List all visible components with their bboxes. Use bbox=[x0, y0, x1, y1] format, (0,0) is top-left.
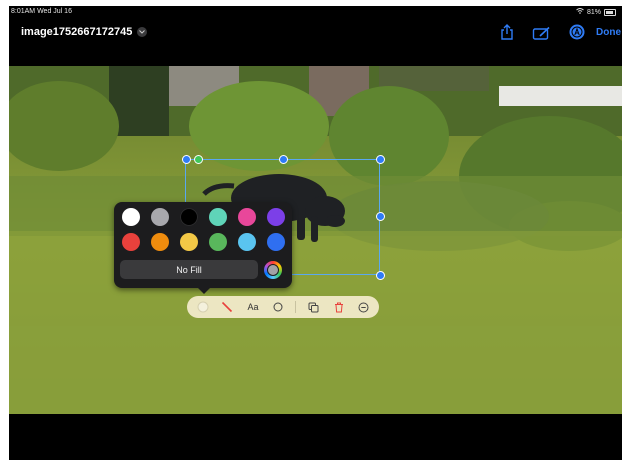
toolbar-divider bbox=[295, 301, 296, 313]
resize-handle[interactable] bbox=[182, 155, 191, 164]
color-swatch-orange[interactable] bbox=[151, 233, 169, 251]
resize-handle[interactable] bbox=[376, 212, 385, 221]
done-button[interactable]: Done bbox=[596, 27, 621, 38]
filename: image1752667172745 bbox=[21, 26, 133, 38]
color-palette-popover: No Fill bbox=[114, 202, 292, 294]
duplicate-icon[interactable] bbox=[303, 296, 323, 318]
no-fill-button[interactable]: No Fill bbox=[120, 260, 258, 279]
fill-color-icon[interactable] bbox=[193, 296, 213, 318]
color-swatch-mint[interactable] bbox=[209, 208, 227, 226]
color-picker-button[interactable] bbox=[264, 261, 282, 279]
autofill-icon[interactable] bbox=[569, 24, 585, 45]
color-swatch-red[interactable] bbox=[122, 233, 140, 251]
chevron-down-icon[interactable] bbox=[137, 27, 148, 37]
document-title[interactable]: image1752667172745 bbox=[21, 26, 148, 38]
more-icon[interactable] bbox=[353, 296, 373, 318]
color-swatch-blue[interactable] bbox=[267, 233, 285, 251]
ipad-screen: 8:01AM Wed Jul 16 81% image1752667172745… bbox=[9, 6, 622, 460]
battery-icon bbox=[604, 8, 616, 16]
text-style-icon[interactable]: Aa bbox=[241, 296, 265, 318]
shape-edit-toolbar: Aa bbox=[187, 296, 379, 318]
color-swatch-yellow[interactable] bbox=[180, 233, 198, 251]
wifi-icon bbox=[576, 8, 584, 16]
resize-handle[interactable] bbox=[376, 155, 385, 164]
resize-handle[interactable] bbox=[376, 271, 385, 280]
shape-icon[interactable] bbox=[269, 296, 287, 318]
color-swatch-light-blue[interactable] bbox=[238, 233, 256, 251]
color-swatch-black[interactable] bbox=[180, 208, 198, 226]
resize-handle[interactable] bbox=[279, 155, 288, 164]
color-swatch-white[interactable] bbox=[122, 208, 140, 226]
share-icon[interactable] bbox=[500, 24, 514, 45]
stroke-icon[interactable] bbox=[217, 296, 237, 318]
color-swatch-gray[interactable] bbox=[151, 208, 169, 226]
battery-percent: 81% bbox=[586, 8, 601, 16]
markup-icon[interactable] bbox=[532, 26, 552, 45]
status-right: 81% bbox=[576, 8, 616, 16]
color-swatch-purple[interactable] bbox=[267, 208, 285, 226]
current-color-icon bbox=[267, 264, 279, 276]
status-time: 8:01AM Wed Jul 16 bbox=[11, 8, 72, 15]
color-swatch-pink[interactable] bbox=[238, 208, 256, 226]
color-swatch-green[interactable] bbox=[209, 233, 227, 251]
rotation-handle[interactable] bbox=[194, 155, 203, 164]
trash-icon[interactable] bbox=[329, 296, 349, 318]
